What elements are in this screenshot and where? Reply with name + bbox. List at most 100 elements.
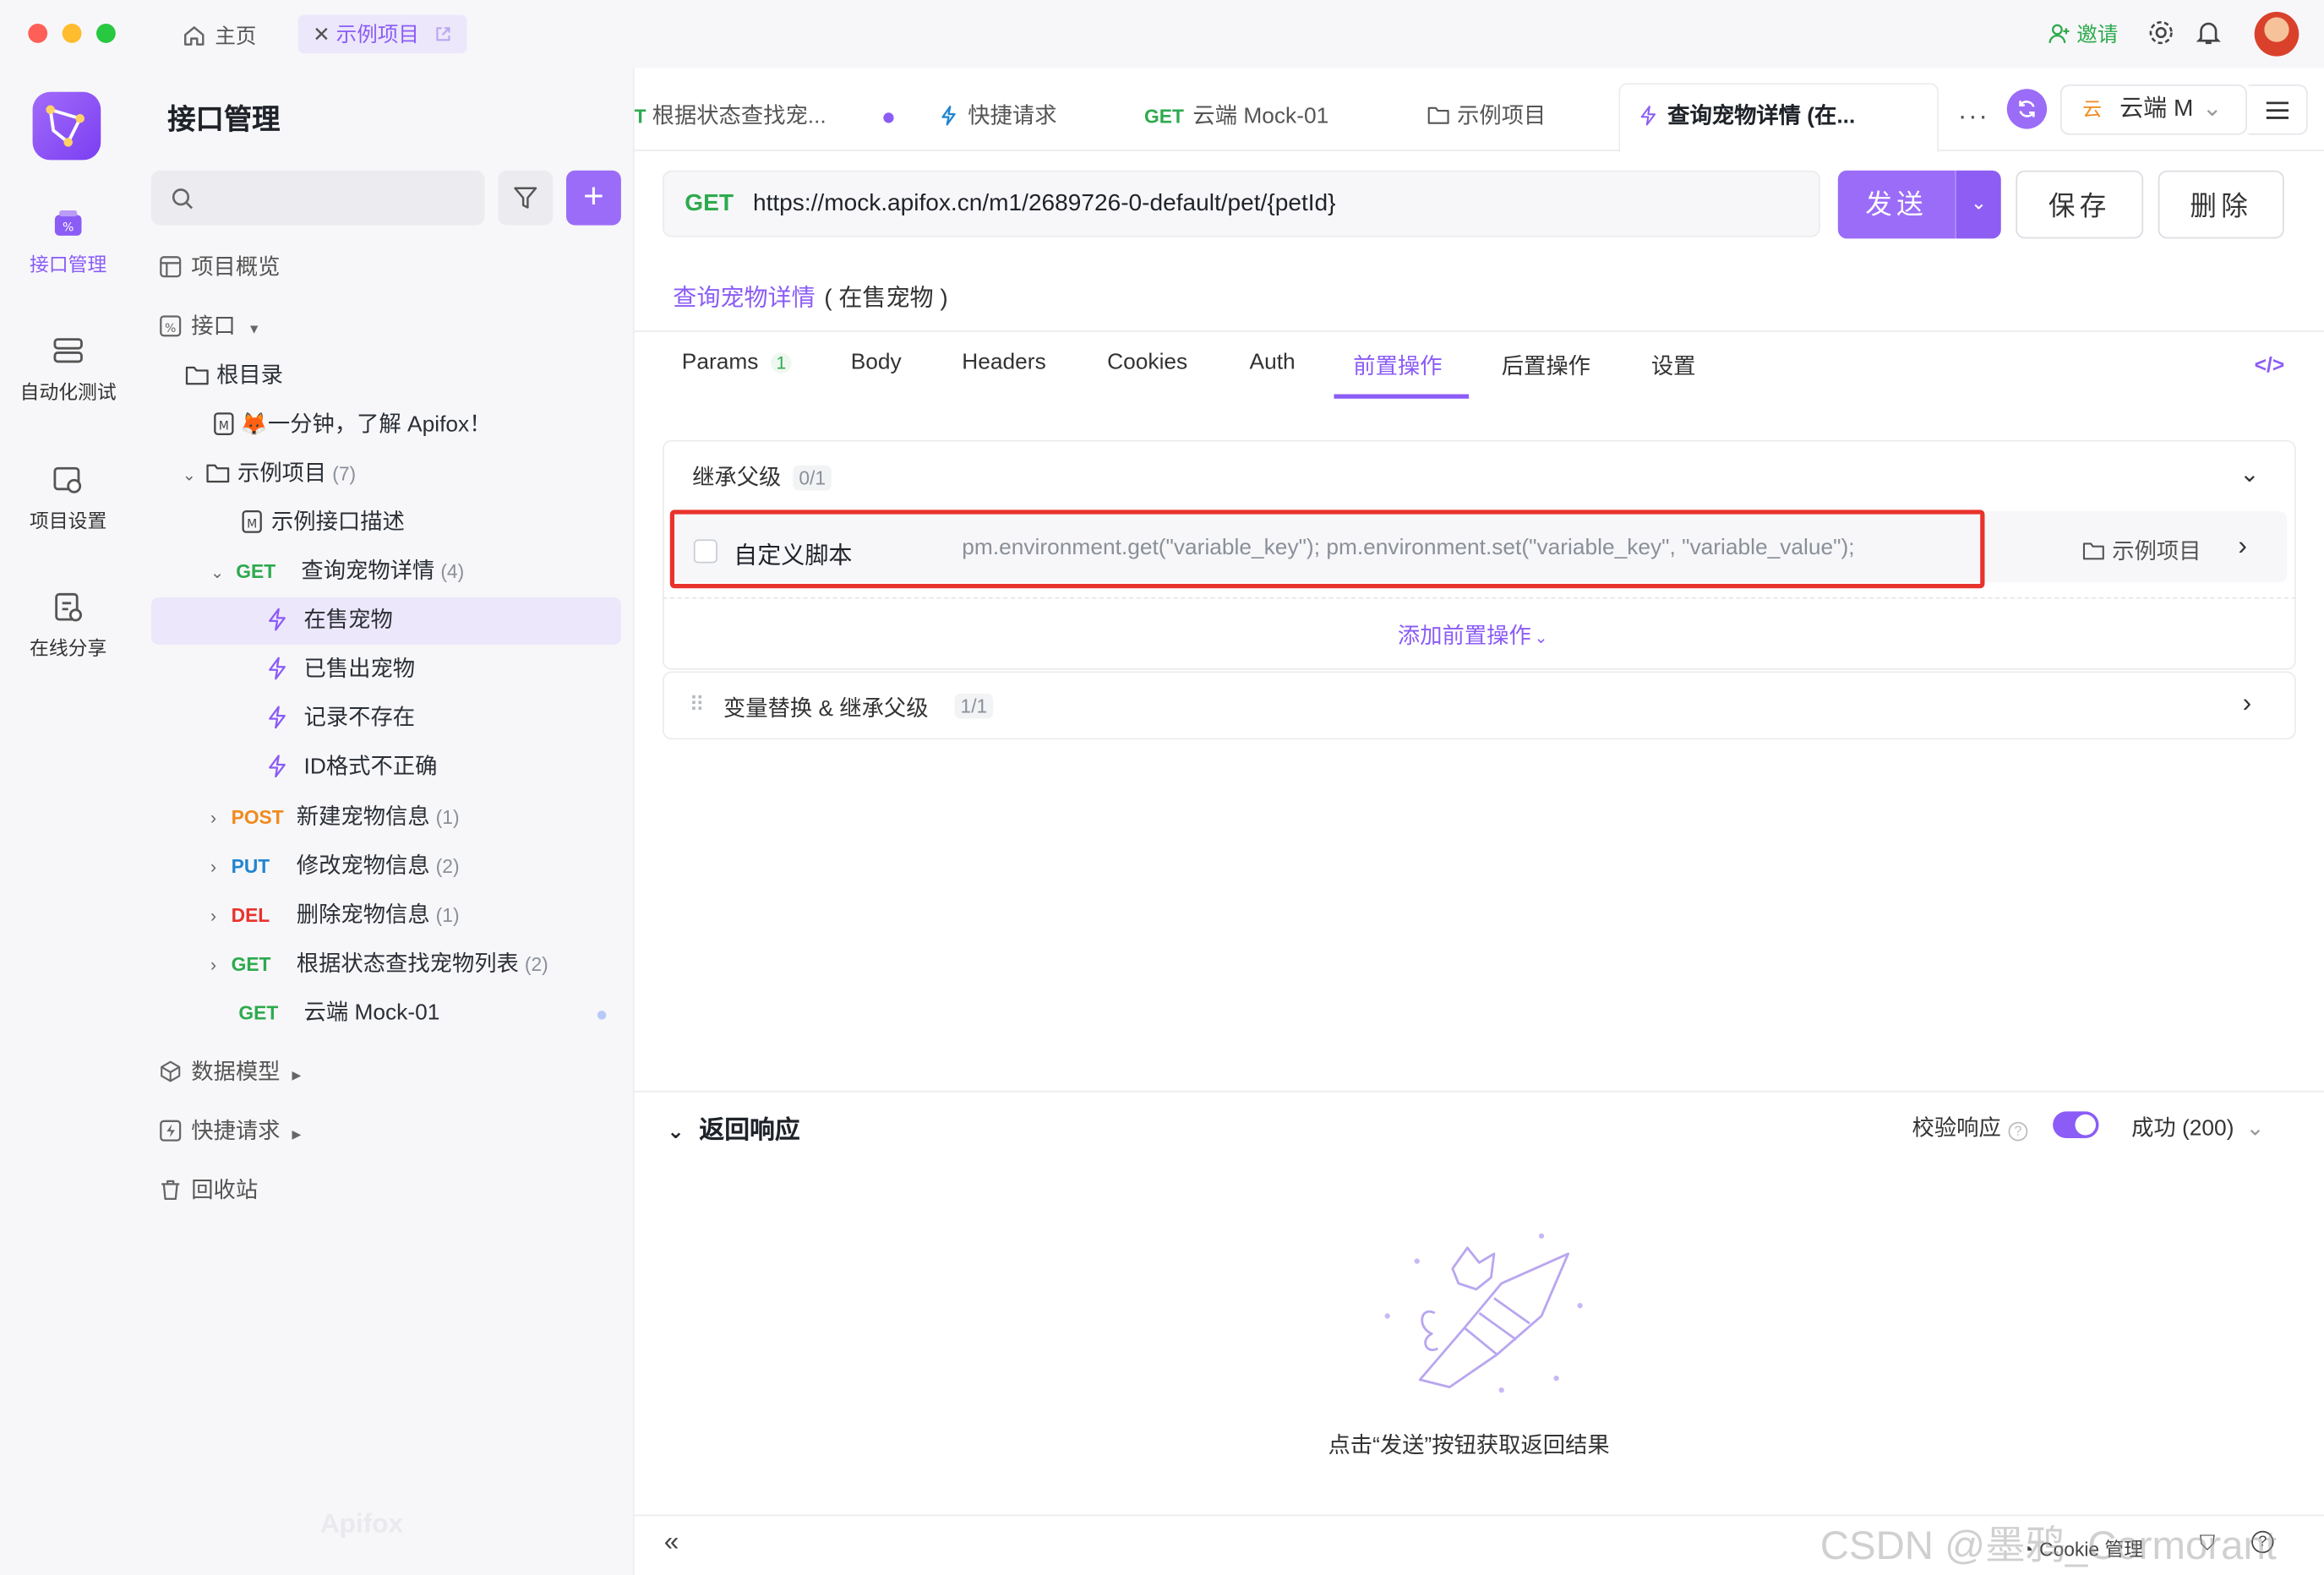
filter-button[interactable] [498,170,554,226]
plus-icon: + [583,176,604,217]
tree-case-4[interactable]: ID格式不正确 [265,743,437,792]
close-window-button[interactable] [28,24,48,43]
rail-item-automation[interactable]: 自动化测试 [0,335,136,404]
title-bar: 主页 ✕ 示例项目 邀请 [0,0,2324,68]
tab-body[interactable]: Body [851,350,902,375]
gear-icon[interactable] [2147,19,2174,46]
validate-toggle[interactable] [2053,1111,2099,1138]
tree-root[interactable]: 根目录 [185,352,283,401]
cloud-env-icon: 云 [2082,97,2103,121]
send-button[interactable]: 发送 [1837,170,1956,239]
caret-right-icon[interactable]: ▶ [292,1128,302,1142]
add-user-icon [2049,24,2070,43]
tab-find-pet[interactable]: T 根据状态查找宠... [635,68,898,151]
folder-icon [2082,542,2104,560]
invite-button[interactable]: 邀请 [2049,19,2118,49]
tree-endpoint-get-pet[interactable]: ⌄ GET 查询宠物详情 (4) [210,547,464,596]
tab-get-pet-detail[interactable]: 查询宠物详情 (在... [1638,68,1855,151]
chevron-right-icon[interactable]: › [2238,531,2247,562]
external-link-icon[interactable] [434,25,451,43]
tab-params[interactable]: Params 1 [682,350,793,375]
tree-endpoint-find[interactable]: › GET 根据状态查找宠物列表 (2) [210,940,548,989]
tree-endpoint-del[interactable]: › DEL 删除宠物信息 (1) [210,891,459,940]
sidebar-item-quick[interactable]: 快捷请求 ▶ [159,1107,302,1156]
rail-item-api[interactable]: % 接口管理 [0,208,136,277]
chevron-down-icon: ⌄ [667,1119,685,1143]
more-tabs-button[interactable]: ··· [1958,101,1989,132]
response-header[interactable]: ⌄ 返回响应 [667,1109,799,1146]
project-tab[interactable]: ✕ 示例项目 [297,14,466,54]
add-pre-operation-button[interactable]: 添加前置操作 ⌄ [1398,619,1548,651]
tree-endpoint-put[interactable]: › PUT 修改宠物信息 (2) [210,842,459,891]
chevron-down-icon[interactable]: ⌄ [210,564,224,582]
sidebar-item-trash[interactable]: 回收站 [159,1166,258,1215]
chevron-down-icon: ⌄ [1970,191,1988,214]
search-input[interactable] [150,170,485,226]
tree-case-2[interactable]: 已售出宠物 [265,645,415,694]
save-button[interactable]: 保存 [2016,170,2144,239]
folder-icon [1427,106,1449,124]
url-input[interactable]: https://mock.apifox.cn/m1/2689726-0-defa… [753,191,1336,218]
chevron-right-icon[interactable]: › [210,955,216,976]
tree-endpoint-mock[interactable]: GET 云端 Mock-01 [238,989,439,1038]
send-dropdown-button[interactable]: ⌄ [1955,170,2001,239]
sync-button[interactable] [2006,89,2048,129]
chevron-down-icon[interactable]: ⌄ [2239,460,2260,489]
caret-right-icon[interactable]: ▶ [292,1069,302,1082]
drag-handle-icon[interactable]: ⠿ [690,692,705,717]
var-replace-row[interactable]: ⠿ 变量替换 & 继承父级 1/1 › [662,671,2296,740]
sidebar-item-api[interactable]: % 接口 ▼ [159,302,261,352]
add-button[interactable]: + [565,170,621,226]
chevron-down-icon: ⌄ [2201,96,2223,122]
close-icon[interactable]: ✕ [313,22,330,46]
api-small-icon: % [160,315,182,337]
avatar[interactable] [2254,12,2299,57]
environment-select[interactable]: 云云端 M ⌄ [2059,84,2247,135]
sidebar-item-overview[interactable]: 项目概览 [159,243,281,292]
chevron-right-icon[interactable]: › [210,906,216,927]
chevron-right-icon[interactable]: › [210,857,216,878]
tab-headers[interactable]: Headers [962,350,1045,375]
sidebar-item-models[interactable]: 数据模型 ▶ [159,1048,302,1097]
script-source[interactable]: 示例项目 [2082,535,2201,566]
tab-cookies[interactable]: Cookies [1107,350,1187,375]
minimize-window-button[interactable] [62,24,82,43]
tree-folder[interactable]: ⌄ 示例项目 (7) [183,449,356,498]
overview-icon [160,256,182,278]
url-bar[interactable]: GET https://mock.apifox.cn/m1/2689726-0-… [662,170,1820,237]
collapse-sidebar-button[interactable]: « [664,1527,679,1558]
delete-button[interactable]: 删除 [2158,170,2284,239]
project-settings-icon [53,466,82,493]
tab-quick-request[interactable]: 快捷请求 [938,68,1057,151]
menu-button[interactable] [2248,84,2308,135]
tab-cloud-mock[interactable]: GET 云端 Mock-01 [1144,68,1328,151]
chevron-right-icon[interactable]: › [2243,688,2252,719]
tab-project[interactable]: 示例项目 [1427,68,1546,151]
request-name-link[interactable]: 查询宠物详情 [673,286,815,312]
tab-pre-processors[interactable]: 前置操作 [1353,350,1442,381]
maximize-window-button[interactable] [96,24,116,43]
method-select[interactable]: GET [685,191,734,218]
bell-icon[interactable] [2196,19,2223,46]
tree-doc[interactable]: M 🦊一分钟，了解 Apifox！ [214,401,492,450]
tree-folder-desc[interactable]: M 示例接口描述 [242,498,405,547]
tree-endpoint-post[interactable]: › POST 新建宠物信息 (1) [210,793,459,842]
inherit-header[interactable]: 继承父级 0/1 [692,461,832,492]
search-icon [172,188,194,210]
rail-item-settings[interactable]: 项目设置 [0,464,136,533]
chevron-down-icon[interactable]: ⌄ [183,466,196,484]
case-icon [269,755,286,778]
tab-auth[interactable]: Auth [1250,350,1296,375]
code-gen-button[interactable]: </> [2255,352,2285,376]
automation-icon [53,338,83,363]
tree-case-1[interactable]: 在售宠物 [265,596,393,645]
script-checkbox[interactable] [693,539,717,564]
response-status-select[interactable]: 成功 (200) ⌄ [2131,1111,2264,1142]
home-tab[interactable]: 主页 [183,18,256,53]
chevron-right-icon[interactable]: › [210,808,216,829]
tab-settings[interactable]: 设置 [1651,350,1696,381]
rail-item-share[interactable]: 在线分享 [0,591,136,661]
tree-case-3[interactable]: 记录不存在 [265,694,415,743]
caret-down-icon[interactable]: ▼ [248,322,261,337]
tab-post-processors[interactable]: 后置操作 [1502,350,1590,381]
